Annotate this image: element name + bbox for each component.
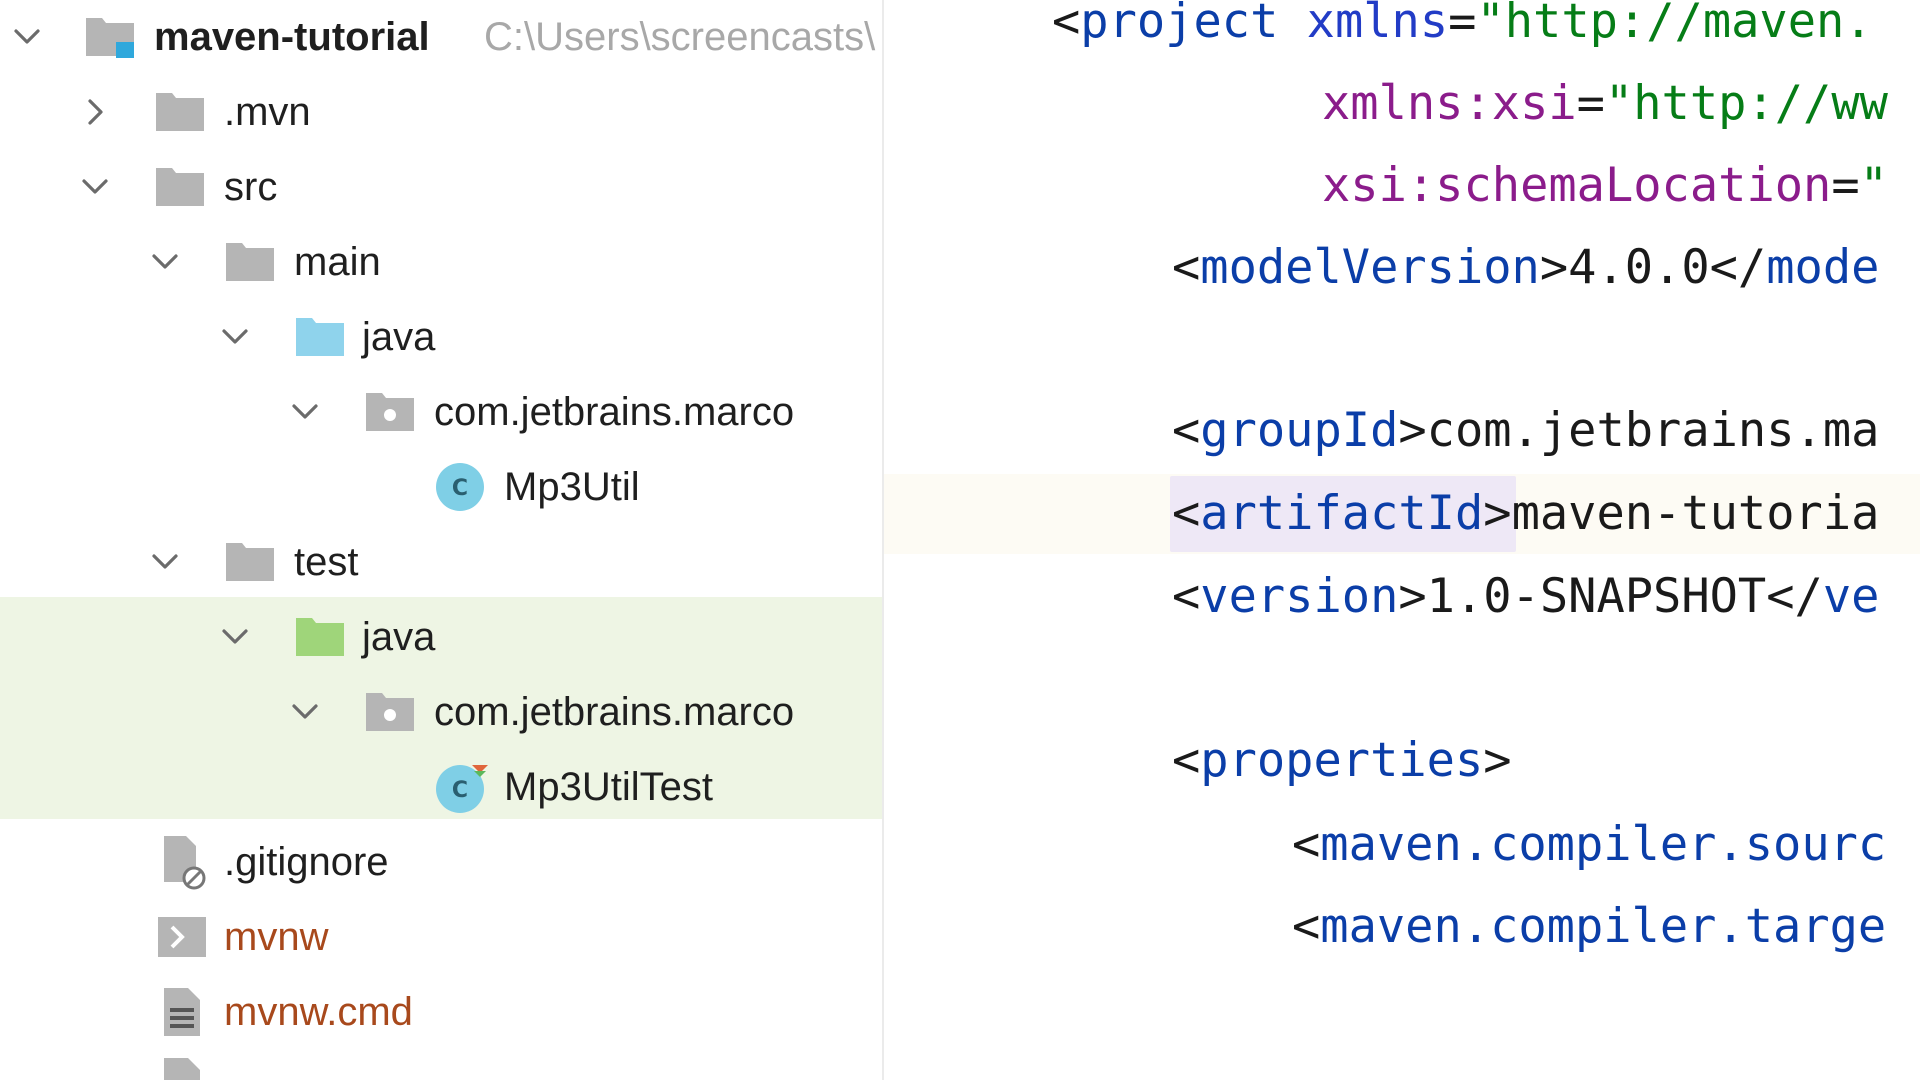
tree-item-label: java bbox=[362, 315, 436, 359]
tree-row-test-package[interactable]: com.jetbrains.marco bbox=[0, 675, 882, 750]
project-root-path: C:\Users\screencasts\ bbox=[484, 15, 876, 59]
code-line-6: <artifactId>maven-tutoria bbox=[1172, 486, 1880, 541]
code-line-10: <maven.compiler.targe bbox=[1292, 899, 1887, 954]
tree-row-partial bbox=[0, 1050, 882, 1080]
tree-row-main-java[interactable]: java bbox=[0, 300, 882, 375]
tree-row-gitignore[interactable]: .gitignore bbox=[0, 825, 882, 900]
chevron-down-icon[interactable] bbox=[218, 320, 252, 354]
project-root-name: maven-tutorial bbox=[154, 15, 430, 59]
tree-item-label: test bbox=[294, 540, 359, 584]
java-test-class-icon: C bbox=[434, 759, 490, 815]
chevron-down-icon[interactable] bbox=[288, 695, 322, 729]
tree-row-main[interactable]: main bbox=[0, 225, 882, 300]
tree-item-label: .mvn bbox=[224, 90, 311, 134]
tree-item-label: Mp3Util bbox=[504, 465, 640, 509]
tree-row-mp3util[interactable]: C Mp3Util bbox=[0, 450, 882, 525]
java-class-icon: C bbox=[434, 461, 486, 513]
code-line-4: <modelVersion>4.0.0</mode bbox=[1172, 240, 1880, 295]
code-line-2: xmlns:xsi="http://ww bbox=[1322, 76, 1888, 131]
package-icon bbox=[364, 389, 416, 435]
tree-row-main-package[interactable]: com.jetbrains.marco bbox=[0, 375, 882, 450]
tree-item-label: .gitignore bbox=[224, 840, 389, 884]
chevron-down-icon[interactable] bbox=[148, 245, 182, 279]
tree-row-mvnw-cmd[interactable]: mvnw.cmd bbox=[0, 975, 882, 1050]
module-folder-icon bbox=[84, 14, 136, 60]
code-line-8: <properties> bbox=[1172, 733, 1512, 788]
folder-icon bbox=[224, 539, 276, 585]
tree-row-src[interactable]: src bbox=[0, 150, 882, 225]
tree-item-label: com.jetbrains.marco bbox=[434, 390, 795, 434]
chevron-right-icon[interactable] bbox=[78, 95, 112, 129]
tree-item-label: com.jetbrains.marco bbox=[434, 690, 795, 734]
tree-row-root[interactable]: maven-tutorial C:\Users\screencasts\ bbox=[0, 0, 882, 75]
chevron-down-icon[interactable] bbox=[218, 620, 252, 654]
code-line-9: <maven.compiler.sourc bbox=[1292, 817, 1887, 872]
package-icon bbox=[364, 689, 416, 735]
tree-item-label: Mp3UtilTest bbox=[504, 765, 713, 809]
folder-icon bbox=[224, 239, 276, 285]
tree-row-test[interactable]: test bbox=[0, 525, 882, 600]
text-file-icon bbox=[162, 986, 202, 1038]
code-line-3: xsi:schemaLocation=" bbox=[1322, 158, 1888, 213]
folder-icon bbox=[154, 89, 206, 135]
ignore-file-icon bbox=[162, 834, 208, 890]
code-editor[interactable]: <project xmlns="http://maven. xmlns:xsi=… bbox=[884, 0, 1920, 1080]
tree-item-label: mvnw bbox=[224, 915, 329, 959]
script-file-icon bbox=[158, 917, 206, 957]
folder-icon bbox=[154, 164, 206, 210]
svg-text:C: C bbox=[452, 476, 468, 501]
tree-item-label: main bbox=[294, 240, 381, 284]
code-line-1: <project xmlns="http://maven. bbox=[1052, 0, 1873, 49]
tree-item-label: src bbox=[224, 165, 278, 209]
chevron-down-icon[interactable] bbox=[288, 395, 322, 429]
svg-text:C: C bbox=[452, 778, 468, 803]
code-line-7: <version>1.0-SNAPSHOT</ve bbox=[1172, 569, 1880, 624]
chevron-down-icon[interactable] bbox=[148, 545, 182, 579]
code-line-5: <groupId>com.jetbrains.ma bbox=[1172, 403, 1880, 458]
tree-item-label: java bbox=[362, 615, 436, 659]
project-tool-window: maven-tutorial C:\Users\screencasts\ .mv… bbox=[0, 0, 882, 1080]
chevron-down-icon[interactable] bbox=[10, 20, 44, 54]
tree-row-mvnw[interactable]: mvnw bbox=[0, 900, 882, 975]
test-folder-icon bbox=[294, 614, 346, 660]
tree-row-mvn[interactable]: .mvn bbox=[0, 75, 882, 150]
tree-row-mp3utiltest[interactable]: C Mp3UtilTest bbox=[0, 750, 882, 825]
chevron-down-icon[interactable] bbox=[78, 170, 112, 204]
source-folder-icon bbox=[294, 314, 346, 360]
tree-item-label: mvnw.cmd bbox=[224, 990, 413, 1034]
tree-row-test-java[interactable]: java bbox=[0, 600, 882, 675]
file-icon bbox=[162, 1056, 202, 1080]
